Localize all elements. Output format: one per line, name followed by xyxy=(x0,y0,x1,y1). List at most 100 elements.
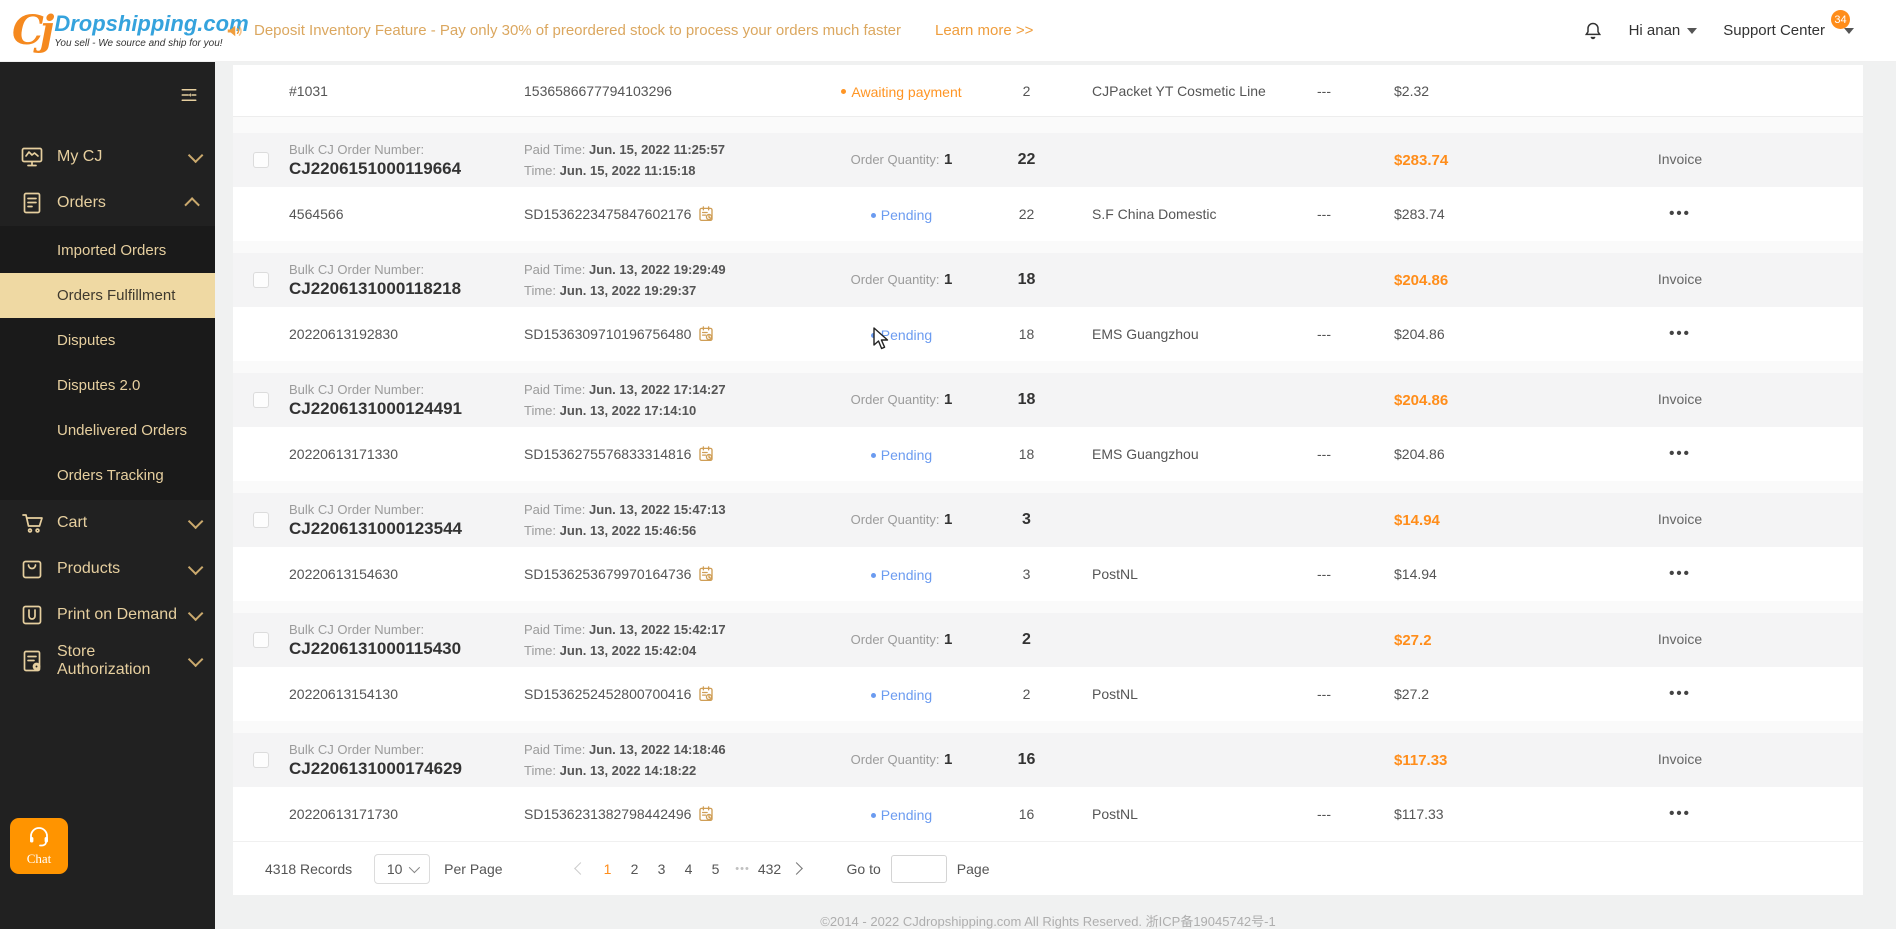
time-label: Time: xyxy=(524,763,557,778)
row-checkbox[interactable] xyxy=(253,512,269,528)
order-quantity-value: 1 xyxy=(943,151,953,168)
more-actions-button[interactable]: ••• xyxy=(1669,805,1691,822)
tracking-schedule-icon[interactable] xyxy=(697,685,715,703)
dashes: --- xyxy=(1317,446,1331,462)
status-awaiting-payment: Awaiting payment xyxy=(841,84,962,100)
status-pending-link[interactable]: Pending xyxy=(870,567,932,583)
more-actions-button[interactable]: ••• xyxy=(1669,325,1691,342)
records-count: 4318 Records xyxy=(265,860,353,877)
logo-cj-mark: Cj xyxy=(12,6,54,54)
bulk-order-number: CJ2206131000115430 xyxy=(289,638,462,658)
sidebar-item-disputes[interactable]: Disputes xyxy=(0,318,215,363)
chevron-down-icon xyxy=(187,147,204,163)
prev-page-button[interactable] xyxy=(569,856,593,882)
invoice-link[interactable]: Invoice xyxy=(1658,271,1702,287)
sidebar-item-undelivered-orders[interactable]: Undelivered Orders xyxy=(0,408,215,453)
sidebar-item-orders-fulfillment[interactable]: Orders Fulfillment xyxy=(0,273,215,318)
status-pending-link[interactable]: Pending xyxy=(870,447,932,463)
page-number[interactable]: 3 xyxy=(650,856,674,882)
dashes: --- xyxy=(1317,566,1331,582)
order-ref: 20220613192830 xyxy=(289,326,399,342)
chevron-down-icon xyxy=(187,559,204,575)
orders-clipboard-icon xyxy=(23,192,41,214)
sidebar-item-disputes-2[interactable]: Disputes 2.0 xyxy=(0,363,215,408)
tracking-schedule-icon[interactable] xyxy=(697,445,715,463)
row-checkbox[interactable] xyxy=(253,272,269,288)
more-actions-button[interactable]: ••• xyxy=(1669,205,1691,222)
row-checkbox[interactable] xyxy=(253,152,269,168)
page-number-last[interactable]: 432 xyxy=(758,856,782,882)
chat-label: Chat xyxy=(26,851,52,866)
status-pending-link[interactable]: Pending xyxy=(870,687,932,703)
per-page-label: Per Page xyxy=(444,860,503,877)
sidebar-item-imported-orders[interactable]: Imported Orders xyxy=(0,228,215,273)
tracking-number: SD1536223475847602176 xyxy=(524,206,692,222)
goto-page-input[interactable] xyxy=(890,854,947,883)
per-page-select[interactable]: 10 xyxy=(374,853,431,884)
sidebar-item-print-on-demand[interactable]: Print on Demand xyxy=(0,592,215,638)
quantity: 2 xyxy=(1022,686,1031,702)
status-dot xyxy=(870,812,876,818)
status-pending-link[interactable]: Pending xyxy=(870,807,932,823)
tracking-schedule-icon[interactable] xyxy=(697,205,715,223)
logo[interactable]: Cj Dropshipping.com You sell - We source… xyxy=(0,6,249,54)
sidebar-item-orders[interactable]: Orders xyxy=(0,180,215,226)
headset-chat-icon xyxy=(30,827,48,847)
invoice-link[interactable]: Invoice xyxy=(1658,151,1702,167)
time-value: Jun. 13, 2022 19:29:37 xyxy=(559,283,697,298)
order-ref: 20220613154630 xyxy=(289,566,399,582)
more-actions-button[interactable]: ••• xyxy=(1669,445,1691,462)
order-quantity-label: Order Quantity: xyxy=(850,272,940,287)
tracking-schedule-icon[interactable] xyxy=(697,565,715,583)
invoice-link[interactable]: Invoice xyxy=(1658,631,1702,647)
quantity: 22 xyxy=(1018,206,1035,222)
invoice-link[interactable]: Invoice xyxy=(1658,751,1702,767)
bulk-order-label: Bulk CJ Order Number: xyxy=(289,501,425,517)
bulk-order-number: CJ2206131000118218 xyxy=(289,278,462,298)
notification-bell-icon[interactable] xyxy=(1583,20,1603,42)
support-center-label: Support Center xyxy=(1723,22,1825,39)
row-checkbox[interactable] xyxy=(253,632,269,648)
user-menu[interactable]: Hi anan xyxy=(1629,22,1698,39)
orders-submenu: Imported Orders Orders Fulfillment Dispu… xyxy=(0,226,215,500)
page-number[interactable]: 1 xyxy=(596,856,620,882)
page-number[interactable]: 4 xyxy=(677,856,701,882)
page-number[interactable]: 2 xyxy=(623,856,647,882)
total-quantity: 18 xyxy=(1017,391,1036,408)
invoice-link[interactable]: Invoice xyxy=(1658,511,1702,527)
status-pending-link[interactable]: Pending xyxy=(870,327,932,343)
goto-label: Go to xyxy=(846,860,881,877)
page-number[interactable]: 5 xyxy=(704,856,728,882)
cart-icon xyxy=(22,514,43,533)
dashboard-monitor-icon xyxy=(21,147,43,167)
tracking-schedule-icon[interactable] xyxy=(697,805,715,823)
total-price: $14.94 xyxy=(1394,511,1440,529)
paid-time-label: Paid Time: xyxy=(524,381,586,397)
quantity: 2 xyxy=(1022,82,1031,99)
tracking-schedule-icon[interactable] xyxy=(697,325,715,343)
sidebar-item-my-cj[interactable]: My CJ xyxy=(0,134,215,180)
next-page-button[interactable] xyxy=(785,856,809,882)
sidebar-collapse-icon[interactable] xyxy=(179,86,199,104)
chevron-down-icon xyxy=(409,861,421,873)
order-detail-row: 20220613171330 SD1536275576833314816 Pen… xyxy=(233,427,1863,481)
page-ellipsis: ••• xyxy=(735,862,750,875)
row-checkbox[interactable] xyxy=(253,752,269,768)
sidebar-item-orders-tracking[interactable]: Orders Tracking xyxy=(0,453,215,498)
order-quantity-value: 1 xyxy=(943,631,953,648)
sidebar-item-store-authorization[interactable]: Store Authorization xyxy=(0,638,215,684)
row-checkbox[interactable] xyxy=(253,392,269,408)
support-center-menu[interactable]: Support Center 34 xyxy=(1723,10,1854,39)
invoice-link[interactable]: Invoice xyxy=(1658,391,1702,407)
status-pending-link[interactable]: Pending xyxy=(870,207,932,223)
more-actions-button[interactable]: ••• xyxy=(1669,685,1691,702)
more-actions-button[interactable]: ••• xyxy=(1669,565,1691,582)
order-quantity-value: 1 xyxy=(943,391,953,408)
main-content: #1031 1536586677794103296 Awaiting payme… xyxy=(215,62,1896,929)
learn-more-link[interactable]: Learn more >> xyxy=(935,22,1033,39)
order-detail-row: 20220613192830 SD1536309710196756480 Pen… xyxy=(233,307,1863,361)
chat-button[interactable]: Chat xyxy=(10,818,68,874)
sidebar-item-products[interactable]: Products xyxy=(0,546,215,592)
bulk-order-number: CJ2206131000174629 xyxy=(289,758,463,778)
sidebar-item-cart[interactable]: Cart xyxy=(0,500,215,546)
